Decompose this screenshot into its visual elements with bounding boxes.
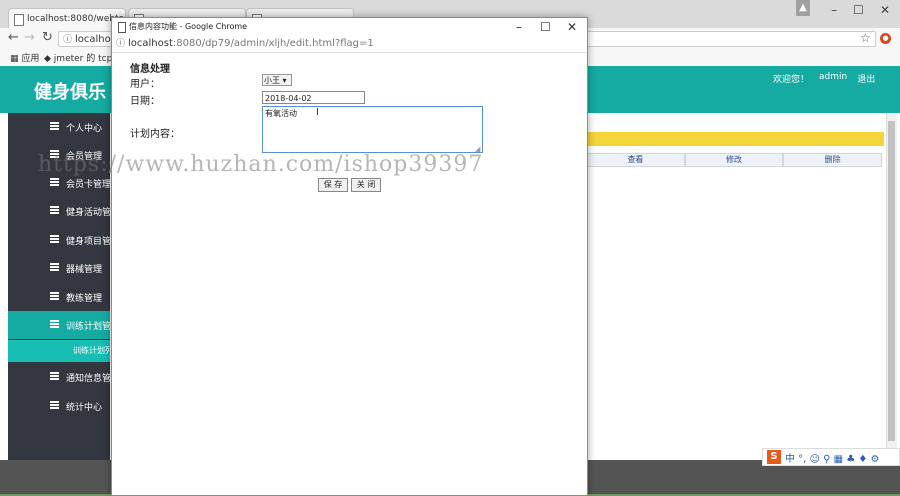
sidebar-item-coaches[interactable]: 教练管理: [8, 283, 110, 311]
form-heading: 信息处理: [130, 64, 170, 75]
watermark: https://www.huzhan.com/ishop39397: [38, 152, 484, 177]
close-window-button[interactable]: ✕: [880, 3, 890, 17]
scroll-thumb[interactable]: [888, 121, 895, 441]
extension-icon[interactable]: ●: [880, 33, 891, 44]
plan-content-label: 计划内容：: [130, 129, 180, 140]
page-icon: [118, 22, 126, 33]
reload-icon[interactable]: ↻: [42, 30, 53, 45]
bookmark-star-icon[interactable]: ☆: [860, 31, 871, 45]
popup-address-bar[interactable]: ⓘ localhost:8080/dp79/admin/xljh/edit.ht…: [112, 36, 587, 53]
popup-close-button[interactable]: ✕: [567, 18, 577, 36]
menu-icon: [50, 401, 59, 410]
date-label: 日期：: [130, 96, 160, 107]
sidebar-item-activities[interactable]: 健身活动管: [8, 197, 111, 225]
sidebar-item-projects[interactable]: 健身项目管: [8, 226, 111, 254]
minimize-button[interactable]: –: [831, 3, 837, 17]
menu-icon: [50, 320, 59, 329]
browser-tab-1[interactable]: localhost:8080/webtor: [8, 8, 126, 28]
sidebar-item-personal[interactable]: 个人中心: [8, 113, 110, 141]
column-edit: 修改: [684, 153, 784, 167]
table-header: 查看 修改 删除: [586, 153, 883, 167]
sidebar-item-training-plans[interactable]: 训练计划管: [8, 311, 111, 339]
user-account-icon[interactable]: ▲: [796, 0, 810, 16]
menu-icon: [50, 372, 59, 381]
menu-icon: [50, 206, 59, 215]
info-icon[interactable]: ⓘ: [116, 36, 125, 52]
column-view: 查看: [586, 153, 685, 167]
menu-icon: [50, 235, 59, 244]
user-select[interactable]: 小王 ▾: [262, 74, 292, 86]
save-button[interactable]: 保 存: [318, 178, 348, 192]
url-host: localhost: [128, 38, 173, 49]
bookmark-apps[interactable]: ▦ 应用: [10, 51, 39, 64]
sidebar-item-statistics[interactable]: 统计中心: [8, 392, 110, 420]
popup-minimize-button[interactable]: –: [516, 18, 522, 36]
close-button[interactable]: 关 闭: [351, 178, 381, 192]
menu-icon: [50, 178, 59, 187]
menu-icon: [50, 263, 59, 272]
date-input[interactable]: 2018-04-02: [262, 91, 365, 104]
sogou-logo-icon: S: [767, 450, 781, 464]
admin-link[interactable]: admin: [819, 72, 847, 85]
window-controls: – ☐ ✕: [831, 0, 900, 20]
url-path: :8080/dp79/admin/xljh/edit.html?flag=1: [172, 38, 374, 49]
header-links: 欢迎您！ admin 退出: [773, 72, 875, 85]
menu-icon: [50, 292, 59, 301]
forward-arrow-icon[interactable]: →: [24, 30, 35, 45]
page-icon: [14, 14, 24, 26]
user-label: 用户：: [130, 79, 160, 90]
popup-maximize-button[interactable]: ☐: [540, 18, 551, 36]
sidebar-item-equipment[interactable]: 器械管理: [8, 254, 110, 282]
popup-window: 信息内容功能 - Google Chrome – ☐ ✕ ⓘ localhost…: [111, 17, 588, 496]
popup-title-text: 信息内容功能 - Google Chrome: [129, 22, 248, 31]
info-icon[interactable]: ⓘ: [63, 32, 72, 48]
popup-title-bar: 信息内容功能 - Google Chrome – ☐ ✕: [112, 18, 587, 36]
logout-link[interactable]: 退出: [857, 72, 875, 85]
column-delete: 删除: [783, 153, 883, 167]
ime-tools[interactable]: 中 °, ☺ ⚲ ▦ ♣ ♦ ⚙: [785, 450, 880, 465]
maximize-button[interactable]: ☐: [853, 3, 864, 17]
site-title: 健身俱乐: [34, 82, 106, 103]
menu-icon: [50, 122, 59, 131]
back-arrow-icon[interactable]: ←: [8, 30, 19, 45]
welcome-text: 欢迎您！: [773, 75, 810, 85]
notice-bar: [586, 132, 884, 146]
page-scrollbar[interactable]: [886, 113, 897, 448]
ime-toolbar[interactable]: S 中 °, ☺ ⚲ ▦ ♣ ♦ ⚙: [762, 448, 900, 466]
plan-content-textarea[interactable]: 有氧活动: [262, 106, 483, 153]
sidebar-subitem-training-plan-list[interactable]: 训练计划列: [8, 340, 110, 362]
sidebar-item-notices[interactable]: 通知信息管: [8, 363, 111, 391]
text-cursor-icon: I: [316, 107, 319, 118]
